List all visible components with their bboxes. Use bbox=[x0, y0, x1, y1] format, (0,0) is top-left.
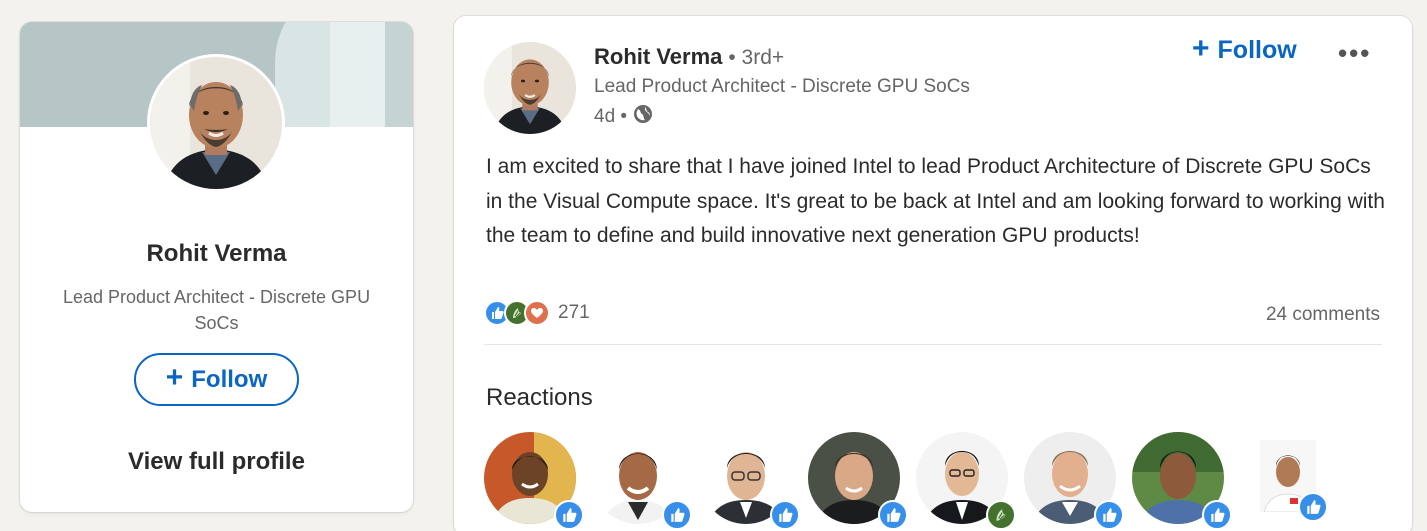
celebrate-icon bbox=[986, 500, 1016, 530]
post-card: Rohit Verma • 3rd+ Lead Product Architec… bbox=[454, 16, 1412, 531]
reactor-avatar[interactable] bbox=[700, 432, 800, 530]
post-body: I am excited to share that I have joined… bbox=[486, 155, 1385, 247]
like-icon bbox=[1298, 492, 1328, 522]
reactor-avatar[interactable] bbox=[1024, 432, 1124, 530]
view-full-profile-link[interactable]: View full profile bbox=[20, 448, 413, 476]
profile-headline: Lead Product Architect - Discrete GPU So… bbox=[62, 287, 371, 333]
reactor-avatar[interactable] bbox=[592, 432, 692, 530]
reaction-count: 271 bbox=[558, 302, 590, 323]
plus-icon: + bbox=[1192, 32, 1210, 65]
profile-name[interactable]: Rohit Verma bbox=[20, 240, 413, 268]
more-options-button[interactable]: ••• bbox=[1338, 38, 1371, 69]
author-headline: Lead Product Architect - Discrete GPU So… bbox=[594, 76, 970, 97]
reaction-icons bbox=[484, 300, 550, 326]
post-time: 4d • bbox=[594, 106, 628, 127]
reactor-avatar[interactable] bbox=[1132, 432, 1232, 530]
follow-label: Follow bbox=[1217, 36, 1297, 64]
comments-count[interactable]: 24 comments bbox=[1266, 304, 1380, 326]
profile-avatar[interactable] bbox=[147, 54, 285, 192]
divider bbox=[484, 344, 1382, 345]
follow-label: Follow bbox=[191, 365, 268, 393]
reactor-avatar[interactable] bbox=[916, 432, 1016, 530]
profile-card: Rohit Verma Lead Product Architect - Dis… bbox=[20, 22, 413, 512]
like-icon bbox=[770, 500, 800, 530]
profile-follow-button[interactable]: + Follow bbox=[134, 353, 299, 406]
reactor-avatar[interactable] bbox=[808, 432, 908, 530]
like-icon bbox=[662, 500, 692, 530]
like-icon bbox=[878, 500, 908, 530]
author-name[interactable]: Rohit Verma bbox=[594, 44, 722, 70]
globe-icon bbox=[633, 104, 653, 130]
post-follow-button[interactable]: + Follow bbox=[1192, 32, 1297, 65]
reactors-list bbox=[484, 432, 1384, 531]
connection-degree: • 3rd+ bbox=[728, 46, 785, 69]
like-icon bbox=[554, 500, 584, 530]
reactor-avatar[interactable] bbox=[484, 432, 584, 530]
reactions-title: Reactions bbox=[486, 384, 593, 411]
like-icon bbox=[1094, 500, 1124, 530]
like-icon bbox=[1202, 500, 1232, 530]
reactor-avatar[interactable] bbox=[1240, 432, 1332, 524]
reaction-summary[interactable]: 271 bbox=[484, 300, 590, 326]
author-line: Rohit Verma • 3rd+ bbox=[594, 44, 784, 70]
post-meta: 4d • bbox=[594, 104, 653, 130]
love-icon bbox=[524, 300, 550, 326]
author-avatar[interactable] bbox=[484, 42, 576, 134]
plus-icon: + bbox=[165, 361, 184, 394]
